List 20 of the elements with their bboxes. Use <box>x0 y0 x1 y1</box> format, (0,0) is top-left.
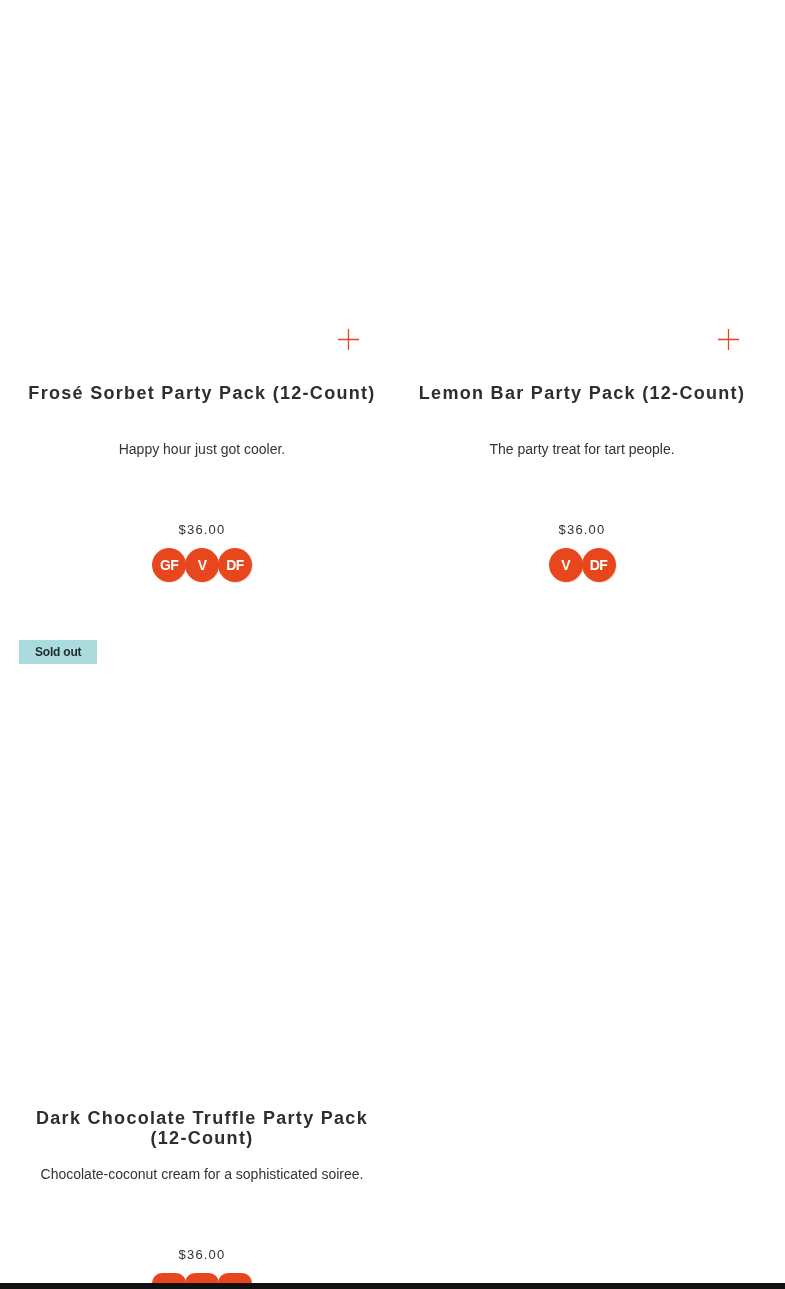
plus-icon[interactable] <box>338 329 359 350</box>
diet-badge <box>185 1273 219 1283</box>
product-price: $36.00 <box>178 521 226 539</box>
product-title[interactable]: Frosé Sorbet Party Pack (12-Count) <box>28 383 376 403</box>
product-description: Chocolate-coconut cream for a sophisticated soiree. <box>40 1165 364 1184</box>
product-title[interactable]: Lemon Bar Party Pack (12-Count) <box>418 383 746 403</box>
diet-badge: DF <box>581 548 616 582</box>
sold-out-tag: Sold out <box>19 640 98 664</box>
product-description: Happy hour just got cooler. <box>118 440 286 459</box>
diet-badge: V <box>185 548 219 582</box>
diet-badge: DF <box>218 548 252 582</box>
product-price: $36.00 <box>178 1246 226 1264</box>
product-title[interactable]: Dark Chocolate Truffle Party Pack (12-Count) <box>19 1108 385 1148</box>
diet-badge: GF <box>152 548 186 582</box>
diet-badge <box>152 1273 186 1283</box>
product-description: The party treat for tart people. <box>489 440 675 459</box>
product-price: $36.00 <box>558 521 606 539</box>
diet-badge <box>218 1273 252 1283</box>
diet-badge: V <box>548 548 583 582</box>
plus-icon[interactable] <box>718 329 739 350</box>
